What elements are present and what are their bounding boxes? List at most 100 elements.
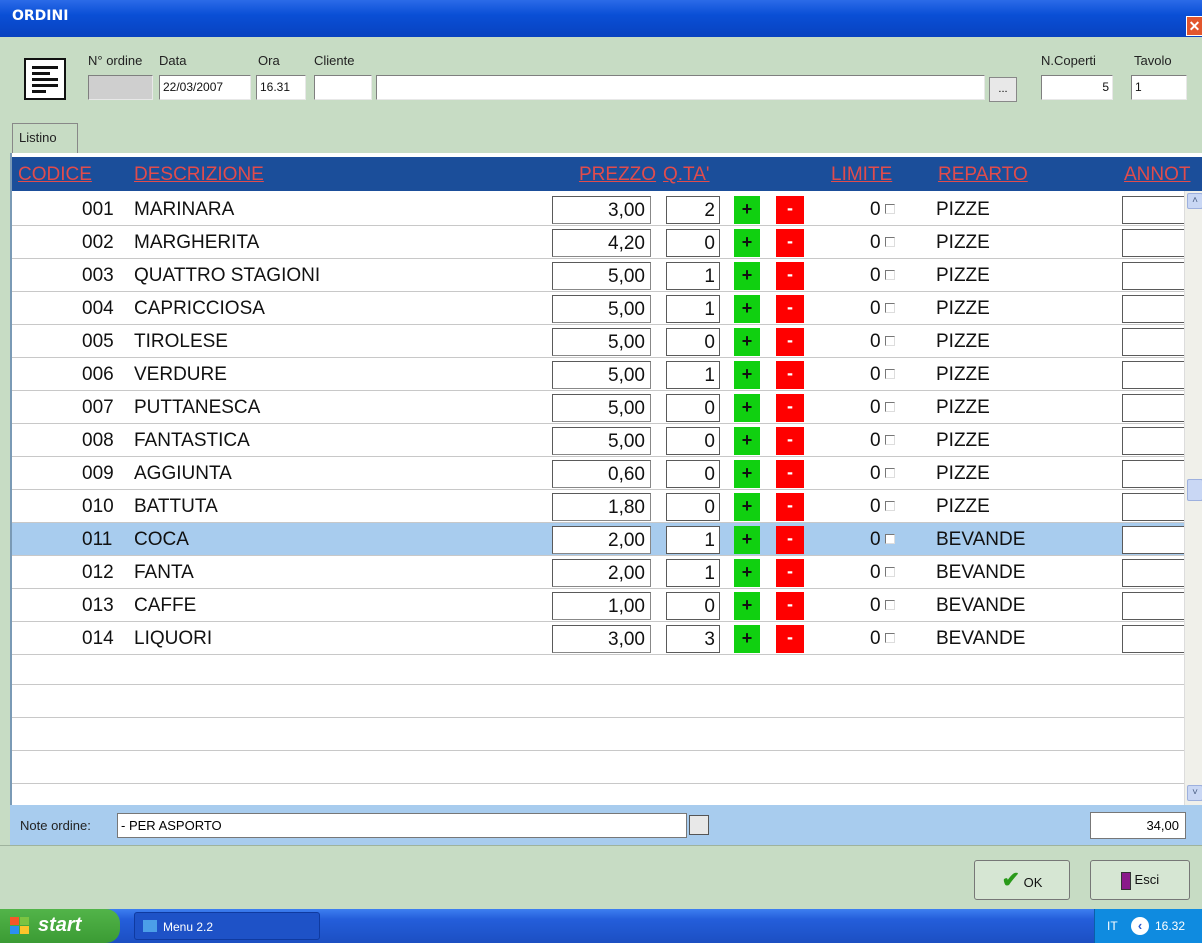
start-button[interactable]: start: [0, 909, 120, 943]
item-annotation-field[interactable]: [1122, 460, 1192, 488]
vertical-scrollbar[interactable]: ˄ ˅: [1184, 191, 1202, 805]
increase-button[interactable]: +: [734, 526, 760, 554]
increase-button[interactable]: +: [734, 394, 760, 422]
item-annotation-field[interactable]: [1122, 328, 1192, 356]
data-field[interactable]: 22/03/2007: [159, 75, 251, 100]
ora-field[interactable]: 16.31: [256, 75, 306, 100]
increase-button[interactable]: +: [734, 460, 760, 488]
item-annotation-field[interactable]: [1122, 427, 1192, 455]
increase-button[interactable]: +: [734, 229, 760, 257]
col-reparto[interactable]: REPARTO: [938, 164, 1028, 186]
limit-checkbox[interactable]: [885, 468, 895, 478]
limit-checkbox[interactable]: [885, 237, 895, 247]
increase-button[interactable]: +: [734, 427, 760, 455]
table-row[interactable]: 001 MARINARA 3,00 2 + - 0 PIZZE: [12, 193, 1192, 226]
decrease-button[interactable]: -: [776, 559, 804, 587]
limit-checkbox[interactable]: [885, 600, 895, 610]
table-row[interactable]: 011 COCA 2,00 1 + - 0 BEVANDE: [12, 523, 1192, 556]
item-quantity[interactable]: 0: [666, 394, 720, 422]
item-price[interactable]: 1,80: [552, 493, 651, 521]
col-codice[interactable]: CODICE: [18, 164, 92, 186]
decrease-button[interactable]: -: [776, 262, 804, 290]
item-annotation-field[interactable]: [1122, 493, 1192, 521]
item-price[interactable]: 5,00: [552, 361, 651, 389]
increase-button[interactable]: +: [734, 493, 760, 521]
esci-button[interactable]: Esci: [1090, 860, 1190, 900]
limit-checkbox[interactable]: [885, 402, 895, 412]
cliente-browse-button[interactable]: ...: [989, 77, 1017, 102]
item-annotation-field[interactable]: [1122, 196, 1192, 224]
decrease-button[interactable]: -: [776, 295, 804, 323]
item-quantity[interactable]: 0: [666, 229, 720, 257]
cliente-name-field[interactable]: [376, 75, 985, 100]
table-row[interactable]: 004 CAPRICCIOSA 5,00 1 + - 0 PIZZE: [12, 292, 1192, 325]
item-quantity[interactable]: 3: [666, 625, 720, 653]
cliente-code-field[interactable]: [314, 75, 372, 100]
table-row[interactable]: 010 BATTUTA 1,80 0 + - 0 PIZZE: [12, 490, 1192, 523]
increase-button[interactable]: +: [734, 625, 760, 653]
decrease-button[interactable]: -: [776, 526, 804, 554]
item-quantity[interactable]: 1: [666, 295, 720, 323]
limit-checkbox[interactable]: [885, 501, 895, 511]
close-button[interactable]: ✕: [1186, 16, 1202, 36]
item-quantity[interactable]: 1: [666, 361, 720, 389]
increase-button[interactable]: +: [734, 328, 760, 356]
increase-button[interactable]: +: [734, 361, 760, 389]
scroll-down-icon[interactable]: ˅: [1187, 785, 1202, 801]
increase-button[interactable]: +: [734, 559, 760, 587]
table-row[interactable]: 002 MARGHERITA 4,20 0 + - 0 PIZZE: [12, 226, 1192, 259]
col-qta[interactable]: Q.TA': [663, 164, 710, 186]
tavolo-field[interactable]: 1: [1131, 75, 1187, 100]
increase-button[interactable]: +: [734, 262, 760, 290]
table-row[interactable]: 008 FANTASTICA 5,00 0 + - 0 PIZZE: [12, 424, 1192, 457]
item-price[interactable]: 5,00: [552, 427, 651, 455]
increase-button[interactable]: +: [734, 592, 760, 620]
item-quantity[interactable]: 0: [666, 592, 720, 620]
item-annotation-field[interactable]: [1122, 625, 1192, 653]
decrease-button[interactable]: -: [776, 493, 804, 521]
table-row[interactable]: 014 LIQUORI 3,00 3 + - 0 BEVANDE: [12, 622, 1192, 655]
limit-checkbox[interactable]: [885, 270, 895, 280]
decrease-button[interactable]: -: [776, 328, 804, 356]
n-coperti-field[interactable]: 5: [1041, 75, 1113, 100]
table-row[interactable]: 013 CAFFE 1,00 0 + - 0 BEVANDE: [12, 589, 1192, 622]
scroll-up-icon[interactable]: ˄: [1187, 193, 1202, 209]
item-quantity[interactable]: 0: [666, 460, 720, 488]
limit-checkbox[interactable]: [885, 435, 895, 445]
item-quantity[interactable]: 0: [666, 493, 720, 521]
limit-checkbox[interactable]: [885, 534, 895, 544]
table-row[interactable]: 003 QUATTRO STAGIONI 5,00 1 + - 0 PIZZE: [12, 259, 1192, 292]
ok-button[interactable]: ✔ OK: [974, 860, 1070, 900]
limit-checkbox[interactable]: [885, 633, 895, 643]
table-row[interactable]: 005 TIROLESE 5,00 0 + - 0 PIZZE: [12, 325, 1192, 358]
language-indicator[interactable]: IT: [1107, 919, 1118, 933]
limit-checkbox[interactable]: [885, 204, 895, 214]
col-limite[interactable]: LIMITE: [831, 164, 892, 186]
item-quantity[interactable]: 0: [666, 328, 720, 356]
table-row[interactable]: 009 AGGIUNTA 0,60 0 + - 0 PIZZE: [12, 457, 1192, 490]
item-price[interactable]: 4,20: [552, 229, 651, 257]
decrease-button[interactable]: -: [776, 460, 804, 488]
decrease-button[interactable]: -: [776, 394, 804, 422]
taskbar-item-menu[interactable]: Menu 2.2: [134, 912, 320, 940]
scroll-thumb[interactable]: [1187, 479, 1202, 501]
limit-checkbox[interactable]: [885, 303, 895, 313]
tab-listino[interactable]: Listino: [12, 123, 78, 153]
limit-checkbox[interactable]: [885, 369, 895, 379]
item-quantity[interactable]: 1: [666, 526, 720, 554]
item-annotation-field[interactable]: [1122, 559, 1192, 587]
item-annotation-field[interactable]: [1122, 361, 1192, 389]
item-annotation-field[interactable]: [1122, 592, 1192, 620]
item-quantity[interactable]: 0: [666, 427, 720, 455]
decrease-button[interactable]: -: [776, 196, 804, 224]
item-quantity[interactable]: 1: [666, 559, 720, 587]
tray-expand-icon[interactable]: ‹: [1131, 917, 1149, 935]
item-quantity[interactable]: 1: [666, 262, 720, 290]
item-price[interactable]: 1,00: [552, 592, 651, 620]
limit-checkbox[interactable]: [885, 567, 895, 577]
item-price[interactable]: 5,00: [552, 295, 651, 323]
decrease-button[interactable]: -: [776, 229, 804, 257]
item-price[interactable]: 5,00: [552, 262, 651, 290]
table-row[interactable]: 006 VERDURE 5,00 1 + - 0 PIZZE: [12, 358, 1192, 391]
item-annotation-field[interactable]: [1122, 526, 1192, 554]
